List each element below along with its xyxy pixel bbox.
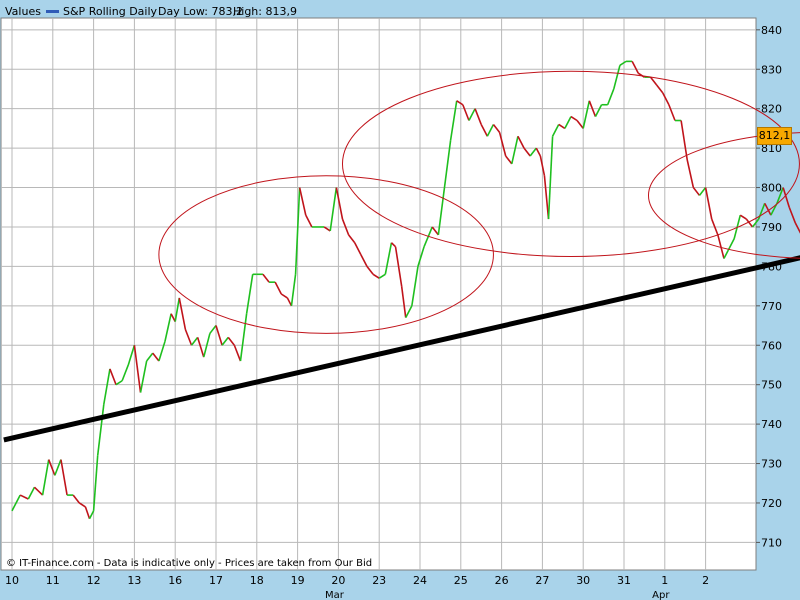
x-axis: 10 11 12 13 16 17 18 19 20 23 24 25 26 27 30 31 1 2 xyxy=(5,574,709,587)
x-tick-label: 27 xyxy=(535,574,549,587)
y-tick-label: 770 xyxy=(761,300,782,313)
x-tick-label: 23 xyxy=(372,574,386,587)
series-label: S&P Rolling Daily xyxy=(63,5,158,18)
y-axis: 7107207307407507607707807908008108208308… xyxy=(756,24,782,549)
month-label: Mar xyxy=(325,590,345,600)
last-price-badge: 812,1 xyxy=(757,127,792,145)
x-tick-label: 31 xyxy=(617,574,631,587)
y-tick-label: 760 xyxy=(761,339,782,352)
y-tick-label: 800 xyxy=(761,182,782,195)
x-tick-label: 18 xyxy=(250,574,264,587)
x-tick-label: 24 xyxy=(413,574,427,587)
x-tick-label: 30 xyxy=(576,574,590,587)
x-tick-label: 1 xyxy=(661,574,668,587)
x-tick-label: 12 xyxy=(87,574,101,587)
y-tick-label: 710 xyxy=(761,536,782,549)
price-segment xyxy=(794,222,800,234)
x-tick-label: 26 xyxy=(495,574,509,587)
y-tick-label: 790 xyxy=(761,221,782,234)
x-tick-label: 10 xyxy=(5,574,19,587)
month-labels: Mar Apr xyxy=(325,590,670,600)
y-tick-label: 730 xyxy=(761,458,782,471)
price-segment xyxy=(788,206,797,224)
chart-header: Values S&P Rolling Daily Day Low: 783,2 … xyxy=(0,0,756,20)
y-tick-label: 820 xyxy=(761,103,782,116)
y-tick-label: 830 xyxy=(761,63,782,76)
y-tick-label: 720 xyxy=(761,497,782,510)
series-swatch xyxy=(46,10,59,13)
x-tick-label: 13 xyxy=(127,574,141,587)
x-tick-label: 19 xyxy=(291,574,305,587)
disclaimer-note: © IT-Finance.com - Data is indicative on… xyxy=(6,558,373,569)
y-tick-label: 840 xyxy=(761,24,782,37)
x-tick-label: 11 xyxy=(46,574,60,587)
price-chart: 7107207307407507607707807908008108208308… xyxy=(0,17,800,600)
values-label: Values xyxy=(5,5,41,18)
x-tick-label: 2 xyxy=(702,574,709,587)
month-label: Apr xyxy=(652,590,670,600)
x-tick-label: 17 xyxy=(209,574,223,587)
day-low-label: Day Low: 783,2 xyxy=(158,5,243,18)
y-tick-label: 740 xyxy=(761,418,782,431)
high-label: High: 813,9 xyxy=(233,5,297,18)
y-tick-label: 750 xyxy=(761,379,782,392)
x-tick-label: 16 xyxy=(168,574,182,587)
x-tick-label: 25 xyxy=(454,574,468,587)
x-tick-label: 20 xyxy=(331,574,345,587)
